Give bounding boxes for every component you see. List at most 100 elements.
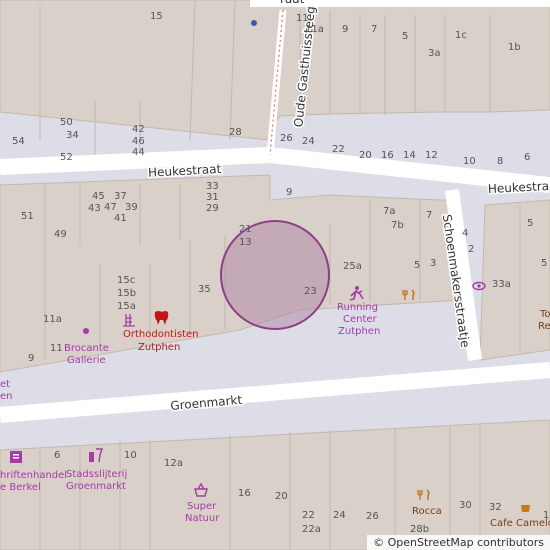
house-number: 26 [366,511,379,522]
map-canvas: Heukestraat Heukestraat Groenmarkt Oude … [0,0,550,550]
house-number: 25a [343,261,362,272]
poi-schrift-line2[interactable]: e Berkel [0,482,41,493]
house-number: 9 [28,353,34,364]
house-number: 11a [305,24,324,35]
bookshop-icon[interactable] [10,451,22,463]
street-label-top: raat [280,0,305,6]
poi-running-line2[interactable]: Center [343,314,378,325]
house-number: 43 [88,203,101,214]
poi-stads-line1[interactable]: Stadsslijterij [66,469,127,480]
house-number: 15 [150,11,163,22]
house-number: 11 [296,13,309,24]
location-marker-circle[interactable] [220,220,330,330]
house-number: 5 [402,31,408,42]
poi-to-line2[interactable]: Re [538,321,550,332]
house-number: 42 [132,124,145,135]
house-number: 16 [238,488,251,499]
house-number: 24 [333,510,346,521]
poi-leftcut-line2[interactable]: en [0,391,13,402]
gallery-dot-icon[interactable] [83,328,89,334]
poi-to-line1[interactable]: To [539,309,550,320]
house-number: 2 [468,244,474,255]
house-number: 28b [410,524,429,535]
house-number: 11a [43,314,62,325]
house-number: 35 [198,284,211,295]
house-number: 54 [12,136,25,147]
house-number: 37 [114,191,127,202]
house-number: 33 [206,181,219,192]
info-dot-icon[interactable] [251,20,257,26]
house-number: 22a [302,524,321,535]
house-number: 14 [403,150,416,161]
house-number: 30 [459,500,472,511]
house-number: 13 [239,237,252,248]
poi-ortho-line1[interactable]: Orthodontisten [123,329,198,340]
house-number: 1c [455,30,467,41]
house-number: 9 [342,24,348,35]
cafe-icon[interactable] [521,505,530,512]
poi-running-line1[interactable]: Running [337,302,378,313]
poi-running-line3[interactable]: Zutphen [338,326,380,337]
poi-ortho-line2[interactable]: Zutphen [138,342,180,353]
poi-rocca[interactable]: Rocca [412,506,442,517]
poi-brocante-line1[interactable]: Brocante [64,343,109,354]
house-number: 6 [54,450,60,461]
poi-leftcut-line1[interactable]: et [0,379,10,390]
house-number: 22 [302,510,315,521]
house-number: 29 [206,203,219,214]
house-number: 51 [21,211,34,222]
house-number: 15a [117,301,136,312]
poi-cafe[interactable]: Cafe Camelot [490,518,550,529]
house-number: 24 [302,136,315,147]
map-view[interactable]: Heukestraat Heukestraat Groenmarkt Oude … [0,0,550,550]
poi-stads-line2[interactable]: Groenmarkt [66,481,126,492]
house-number: 26 [280,133,293,144]
house-number: 34 [66,130,79,141]
house-number: 44 [132,147,145,158]
building-block-east [479,199,550,361]
house-number: 15c [117,275,135,286]
house-number: 7a [383,206,396,217]
house-number: 10 [463,156,476,167]
house-number: 50 [60,117,73,128]
poi-schrift-line1[interactable]: hriftenhandel [0,470,67,481]
poi-brocante-line2[interactable]: Gallerie [67,355,106,366]
house-number: 49 [54,229,67,240]
house-number: 20 [359,150,372,161]
house-number: 10 [124,450,137,461]
house-number: 41 [114,213,127,224]
house-number: 4 [462,228,468,239]
house-number: 12a [164,458,183,469]
house-number: 52 [60,152,73,163]
house-number: 7b [391,220,404,231]
house-number: 39 [125,202,138,213]
house-number: 45 [92,191,105,202]
house-number: 3 [430,258,436,269]
house-number: 6 [524,152,530,163]
house-number: 31 [206,192,219,203]
house-number: 46 [132,136,145,147]
house-number: 20 [275,491,288,502]
house-number: 16 [381,150,394,161]
house-number: 7 [426,210,432,221]
house-number: 28 [229,127,242,138]
house-number: 11 [50,343,63,354]
attribution-text[interactable]: © OpenStreetMap contributors [373,536,544,549]
house-number: 32 [489,502,502,513]
house-number: 15b [117,288,136,299]
house-number: 5 [414,260,420,271]
house-number: 21 [239,224,252,235]
house-number: 8 [497,156,503,167]
house-number: 9 [286,187,292,198]
house-number: 7 [371,24,377,35]
poi-super-line2[interactable]: Natuur [185,513,220,524]
house-number: 22 [332,144,345,155]
house-number: 47 [104,202,117,213]
house-number: 1b [508,42,521,53]
house-number: 23 [304,286,317,297]
house-number: 3a [428,48,441,59]
house-number: 12 [425,150,438,161]
attribution[interactable]: © OpenStreetMap contributors [367,535,550,550]
poi-super-line1[interactable]: Super [187,501,217,512]
house-number: 5 [527,218,533,229]
